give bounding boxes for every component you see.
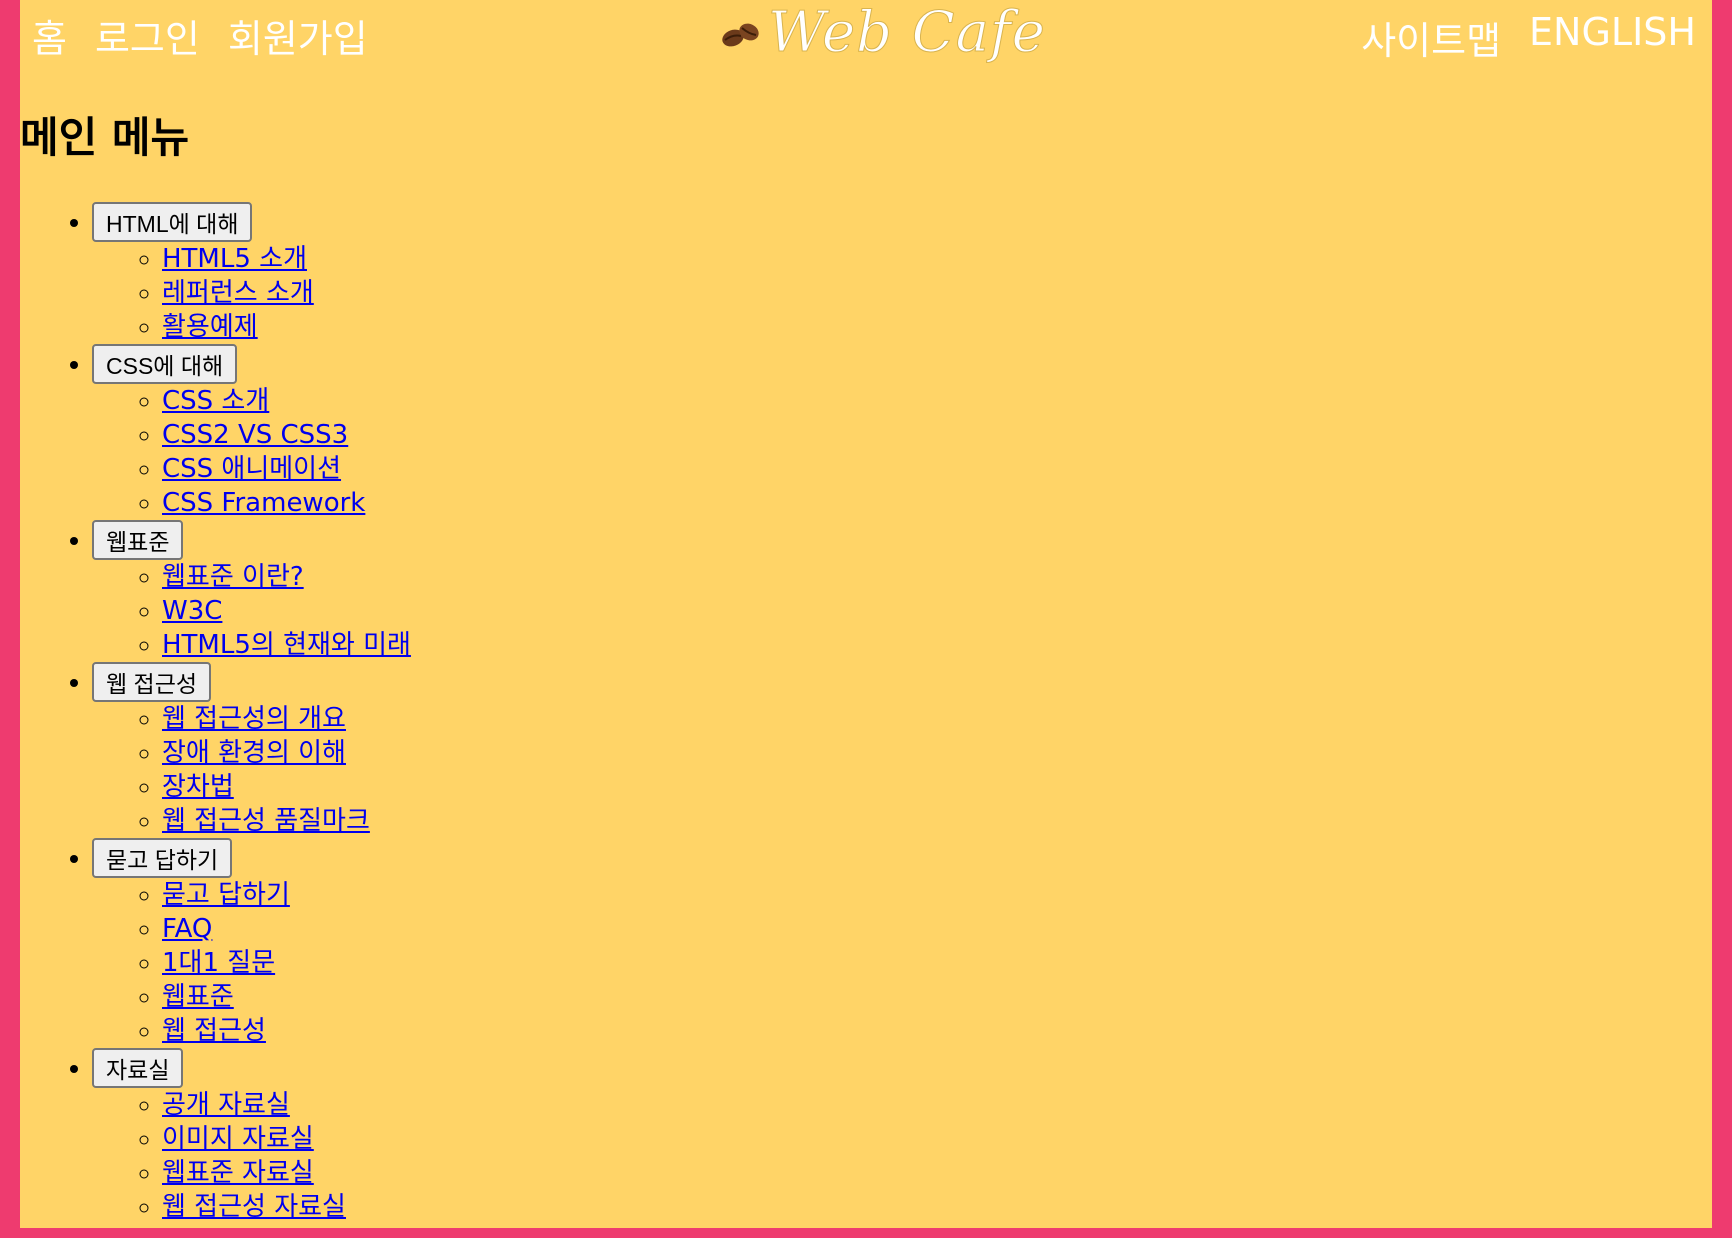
list-item: 활용예제 xyxy=(162,310,411,344)
utility-nav-left: 홈 로그인 회원가입 xyxy=(32,8,368,63)
submenu-link[interactable]: CSS 소개 xyxy=(162,386,269,416)
coffee-bean-icon xyxy=(722,23,759,46)
main-menu: HTML에 대해 HTML5 소개 레퍼런스 소개 활용예제 CSS에 대해 C… xyxy=(20,202,411,1224)
list-item: 장애 환경의 이해 xyxy=(162,736,411,770)
menu-button-accessibility[interactable]: 웹 접근성 xyxy=(92,662,212,702)
list-item: 웹표준 자료실 xyxy=(162,1156,411,1190)
submenu-link[interactable]: 웹표준 xyxy=(162,982,234,1012)
menu-button-css[interactable]: CSS에 대해 xyxy=(92,344,238,384)
submenu-link[interactable]: HTML5 소개 xyxy=(162,244,307,274)
sitemap-link[interactable]: 사이트맵 xyxy=(1361,10,1501,65)
submenu-html: HTML5 소개 레퍼런스 소개 활용예제 xyxy=(92,242,411,344)
list-item: W3C xyxy=(162,594,411,628)
list-item: CSS 소개 xyxy=(162,384,411,418)
submenu-link[interactable]: 웹 접근성 자료실 xyxy=(162,1192,346,1222)
submenu-link[interactable]: W3C xyxy=(162,596,222,626)
submenu-link[interactable]: 장차법 xyxy=(162,772,234,802)
list-item: 웹 접근성 품질마크 xyxy=(162,804,411,838)
submenu-link[interactable]: 레퍼런스 소개 xyxy=(162,278,314,308)
menu-button-web-standards[interactable]: 웹표준 xyxy=(92,520,184,560)
list-item: CSS Framework xyxy=(162,486,411,520)
submenu-accessibility: 웹 접근성의 개요 장애 환경의 이해 장차법 웹 접근성 품질마크 xyxy=(92,702,411,838)
submenu-link[interactable]: 이미지 자료실 xyxy=(162,1124,314,1154)
menu-group-qna: 묻고 답하기 묻고 답하기 FAQ 1대1 질문 웹표준 웹 접근성 xyxy=(92,838,411,1048)
english-link[interactable]: ENGLISH xyxy=(1529,10,1696,65)
menu-group-html: HTML에 대해 HTML5 소개 레퍼런스 소개 활용예제 xyxy=(92,202,411,344)
list-item: CSS 애니메이션 xyxy=(162,452,411,486)
submenu-link[interactable]: 웹 접근성 품질마크 xyxy=(162,806,370,836)
list-item: 1대1 질문 xyxy=(162,946,411,980)
submenu-link[interactable]: FAQ xyxy=(162,914,212,944)
menu-group-css: CSS에 대해 CSS 소개 CSS2 VS CSS3 CSS 애니메이션 CS… xyxy=(92,344,411,520)
menu-button-archive[interactable]: 자료실 xyxy=(92,1048,184,1088)
menu-group-archive: 자료실 공개 자료실 이미지 자료실 웹표준 자료실 웹 접근성 자료실 xyxy=(92,1048,411,1224)
submenu-link[interactable]: 묻고 답하기 xyxy=(162,880,290,910)
submenu-link[interactable]: CSS Framework xyxy=(162,488,365,518)
menu-group-accessibility: 웹 접근성 웹 접근성의 개요 장애 환경의 이해 장차법 웹 접근성 품질마크 xyxy=(92,662,411,838)
submenu-link[interactable]: 웹표준 이란? xyxy=(162,562,304,592)
menu-group-web-standards: 웹표준 웹표준 이란? W3C HTML5의 현재와 미래 xyxy=(92,520,411,662)
list-item: 웹표준 이란? xyxy=(162,560,411,594)
submenu-link[interactable]: 웹 접근성의 개요 xyxy=(162,704,346,734)
main-menu-title: 메인 메뉴 xyxy=(20,113,190,162)
list-item: 웹표준 xyxy=(162,980,411,1014)
submenu-link[interactable]: HTML5의 현재와 미래 xyxy=(162,630,411,660)
submenu-link[interactable]: CSS 애니메이션 xyxy=(162,454,341,484)
list-item: 공개 자료실 xyxy=(162,1088,411,1122)
list-item: 웹 접근성의 개요 xyxy=(162,702,411,736)
list-item: 웹 접근성 자료실 xyxy=(162,1190,411,1224)
submenu-link[interactable]: CSS2 VS CSS3 xyxy=(162,420,348,450)
list-item: FAQ xyxy=(162,912,411,946)
menu-button-qna[interactable]: 묻고 답하기 xyxy=(92,838,233,878)
submenu-link[interactable]: 공개 자료실 xyxy=(162,1090,290,1120)
submenu-link[interactable]: 활용예제 xyxy=(162,312,258,342)
site-logo[interactable]: Web Cafe xyxy=(720,0,1046,66)
list-item: 레퍼런스 소개 xyxy=(162,276,411,310)
submenu-archive: 공개 자료실 이미지 자료실 웹표준 자료실 웹 접근성 자료실 xyxy=(92,1088,411,1224)
list-item: 장차법 xyxy=(162,770,411,804)
submenu-link[interactable]: 웹 접근성 xyxy=(162,1016,266,1046)
submenu-link[interactable]: 1대1 질문 xyxy=(162,948,275,978)
list-item: 웹 접근성 xyxy=(162,1014,411,1048)
utility-nav-right: 사이트맵 ENGLISH xyxy=(1361,10,1696,65)
submenu-qna: 묻고 답하기 FAQ 1대1 질문 웹표준 웹 접근성 xyxy=(92,878,411,1048)
list-item: 이미지 자료실 xyxy=(162,1122,411,1156)
list-item: CSS2 VS CSS3 xyxy=(162,418,411,452)
list-item: HTML5 소개 xyxy=(162,242,411,276)
login-link[interactable]: 로그인 xyxy=(95,8,200,63)
home-link[interactable]: 홈 xyxy=(32,8,67,63)
menu-button-html[interactable]: HTML에 대해 xyxy=(92,202,253,242)
logo-text: Web Cafe xyxy=(768,0,1046,66)
signup-link[interactable]: 회원가입 xyxy=(228,8,368,63)
submenu-link[interactable]: 웹표준 자료실 xyxy=(162,1158,314,1188)
submenu-css: CSS 소개 CSS2 VS CSS3 CSS 애니메이션 CSS Framew… xyxy=(92,384,411,520)
submenu-link[interactable]: 장애 환경의 이해 xyxy=(162,738,346,768)
list-item: 묻고 답하기 xyxy=(162,878,411,912)
submenu-web-standards: 웹표준 이란? W3C HTML5의 현재와 미래 xyxy=(92,560,411,662)
list-item: HTML5의 현재와 미래 xyxy=(162,628,411,662)
page-container: 홈 로그인 회원가입 Web Cafe 사이트맵 ENGLISH 메인 메뉴 H… xyxy=(20,0,1712,1228)
